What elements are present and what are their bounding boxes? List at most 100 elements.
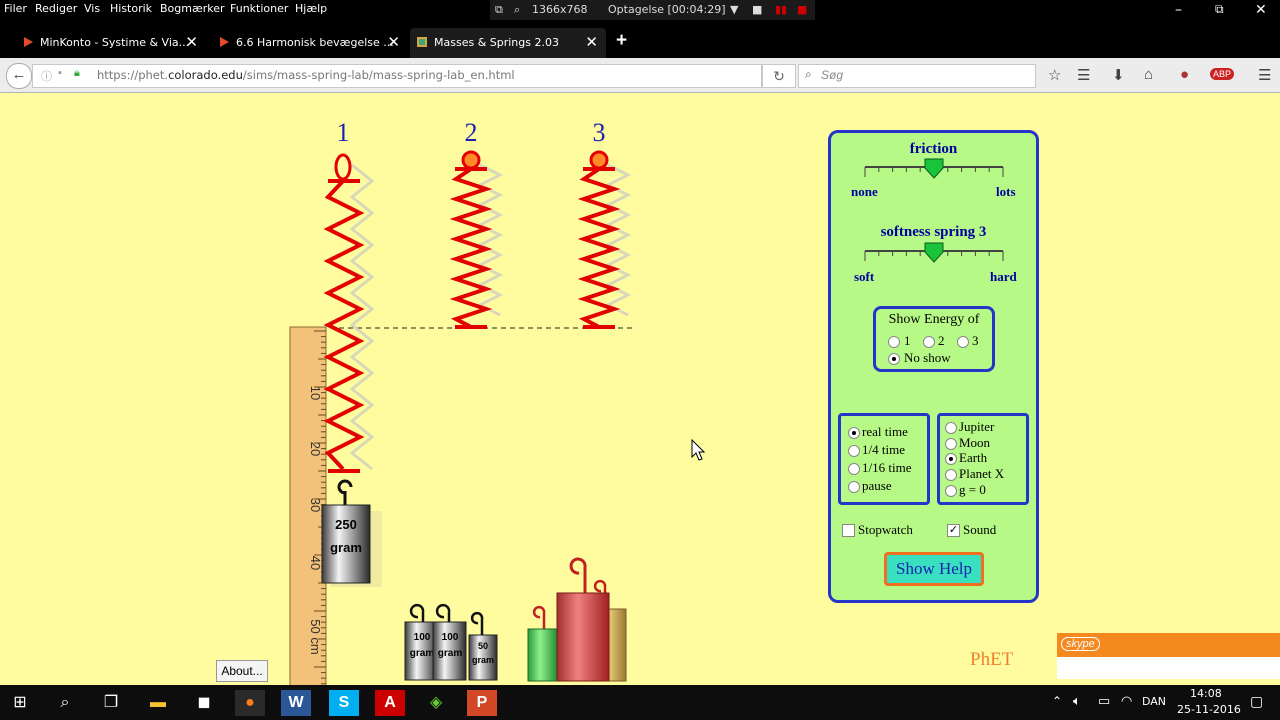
navigation-bar: ← ⓘ ▪ 🔒︎ https://phet.colorado.edu/sims/…	[0, 58, 1280, 93]
time-radio-pause[interactable]	[848, 481, 860, 493]
language-indicator[interactable]: DAN	[1142, 695, 1166, 708]
ruler[interactable]: 10 20 30 40 50 cm	[289, 326, 327, 685]
notification-icon[interactable]: ▢	[1250, 693, 1263, 710]
gravity-radio-g0[interactable]	[945, 485, 957, 497]
softness-slider-thumb[interactable]	[924, 242, 944, 263]
back-button[interactable]: ←	[6, 63, 32, 89]
about-button[interactable]: About...	[216, 660, 268, 682]
chevron-up-icon[interactable]: ⌃	[1052, 694, 1062, 708]
reload-button[interactable]: ↻	[762, 64, 796, 88]
windows-start-icon[interactable]: ⊞	[5, 690, 35, 716]
volume-icon[interactable]: 🔈︎	[1073, 693, 1081, 709]
task-view-icon[interactable]: ❐	[96, 690, 126, 716]
restore-icon[interactable]: ⧉	[1215, 2, 1224, 17]
stopwatch-checkbox[interactable]	[842, 524, 855, 537]
reading-list-icon[interactable]: ☰	[1077, 66, 1090, 84]
friction-title: friction	[909, 141, 958, 157]
skype-icon[interactable]: S	[329, 690, 359, 716]
tab-masses-springs[interactable]: Masses & Springs 2.03 ✕	[410, 28, 606, 58]
time-radio-real[interactable]	[848, 427, 860, 439]
softness-slider[interactable]	[861, 241, 1009, 265]
lock-icon[interactable]: 🔒︎	[74, 67, 80, 80]
star-icon[interactable]: ☆	[1048, 66, 1061, 84]
address-bar[interactable]: ⓘ ▪ 🔒︎ https://phet.colorado.edu/sims/ma…	[32, 64, 762, 88]
minimize-icon[interactable]: –	[1175, 2, 1182, 18]
powerpoint-icon[interactable]: P	[467, 690, 497, 716]
mass-250-gram[interactable]: 250 gram	[321, 479, 382, 587]
time-radio-sixteenth[interactable]	[848, 463, 860, 475]
spring-3[interactable]	[577, 150, 621, 329]
new-tab-button[interactable]: +	[616, 30, 627, 52]
mystery-mass-green[interactable]	[527, 605, 559, 682]
stop-icon[interactable]: ■	[797, 3, 807, 16]
energy-radio-3[interactable]	[957, 336, 969, 348]
menu-rediger[interactable]: Rediger	[35, 2, 77, 15]
gravity-group: Jupiter Moon Earth Planet X g = 0	[937, 413, 1029, 505]
window-icon[interactable]: ⧉	[495, 3, 503, 17]
energy-option-1-label: 1	[904, 333, 911, 348]
ruler-label-10: 10	[308, 386, 323, 400]
ruler-label-50: 50 cm	[308, 619, 323, 654]
firefox-icon[interactable]: ●	[235, 690, 265, 716]
gravity-radio-moon[interactable]	[945, 438, 957, 450]
search-icon[interactable]: ⌕	[514, 3, 520, 17]
close-tab-icon[interactable]: ✕	[585, 33, 598, 51]
menu-historik[interactable]: Historik	[110, 2, 152, 15]
tab-harmonisk[interactable]: 6.6 Harmonisk bevægelse ... ✕	[212, 28, 408, 58]
download-icon[interactable]: ⬇	[1112, 66, 1125, 84]
gravity-planetx-label: Planet X	[959, 466, 1005, 481]
phet-tab-icon	[417, 37, 427, 47]
menu-filer[interactable]: Filer	[4, 2, 27, 15]
mass-100-gram-b[interactable]: 100 gram	[432, 603, 467, 681]
info-icon[interactable]: ⓘ	[41, 68, 52, 84]
home-icon[interactable]: ⌂	[1144, 66, 1153, 83]
acrobat-icon[interactable]: A	[375, 690, 405, 716]
battery-icon[interactable]: ▭	[1098, 693, 1110, 709]
mass-50-gram[interactable]: 50 gram	[468, 611, 498, 681]
spring-2[interactable]	[449, 150, 493, 329]
energy-radio-none[interactable]	[888, 353, 900, 365]
geogebra-icon[interactable]: ◈	[421, 690, 451, 716]
clock-time[interactable]: 14:08	[1190, 687, 1222, 700]
energy-option-2-label: 2	[938, 333, 945, 348]
friction-slider[interactable]	[861, 157, 1009, 181]
gravity-moon-label: Moon	[959, 435, 991, 450]
close-tab-icon[interactable]: ✕	[387, 33, 400, 51]
word-icon[interactable]: W	[281, 690, 311, 716]
extension-icon[interactable]: ●	[1180, 66, 1189, 83]
close-tab-icon[interactable]: ✕	[185, 33, 198, 51]
camera-icon[interactable]: ■	[752, 3, 762, 16]
menu-hjaelp[interactable]: Hjælp	[295, 2, 327, 15]
friction-slider-thumb[interactable]	[924, 158, 944, 179]
tab-minkonto[interactable]: MinKonto - Systime & Via... ✕	[16, 28, 206, 58]
search-icon[interactable]: ⌕	[50, 690, 80, 716]
menu-bogmaerker[interactable]: Bogmærker	[160, 2, 225, 15]
gravity-radio-jupiter[interactable]	[945, 422, 957, 434]
pause-icon[interactable]: ▮▮	[775, 3, 787, 16]
skype-notification[interactable]: skype	[1057, 633, 1280, 657]
search-input[interactable]: ⌕ Søg	[798, 64, 1036, 88]
file-explorer-icon[interactable]: ▬	[143, 690, 173, 716]
dropdown-icon[interactable]: ▼	[730, 3, 738, 16]
menu-vis[interactable]: Vis	[84, 2, 100, 15]
clock-date[interactable]: 25-11-2016	[1177, 703, 1241, 716]
sound-checkbox[interactable]: ✓	[947, 524, 960, 537]
gravity-radio-earth[interactable]	[945, 453, 957, 465]
gravity-radio-planetx[interactable]	[945, 469, 957, 481]
spring-label-1: 1	[337, 118, 350, 147]
store-icon[interactable]: ◼	[189, 690, 219, 716]
phet-logo[interactable]: PhET	[970, 649, 1013, 671]
energy-radio-1[interactable]	[888, 336, 900, 348]
adblock-icon[interactable]: ABP	[1210, 68, 1235, 80]
show-help-button[interactable]: Show Help	[884, 552, 984, 586]
recorder-bar: ⧉ ⌕ 1366x768 Optagelse [00:04:29] ▼ ■ ▮▮…	[490, 0, 815, 20]
menu-funktioner[interactable]: Funktioner	[230, 2, 288, 15]
time-radio-quarter[interactable]	[848, 445, 860, 457]
wifi-icon[interactable]: ◠	[1121, 693, 1132, 709]
play-icon	[24, 37, 33, 47]
energy-radio-2[interactable]	[923, 336, 935, 348]
mystery-mass-red[interactable]	[556, 557, 610, 682]
skype-notification-body	[1057, 657, 1280, 679]
close-window-icon[interactable]: ✕	[1255, 2, 1267, 18]
menu-icon[interactable]: ☰	[1258, 66, 1271, 84]
